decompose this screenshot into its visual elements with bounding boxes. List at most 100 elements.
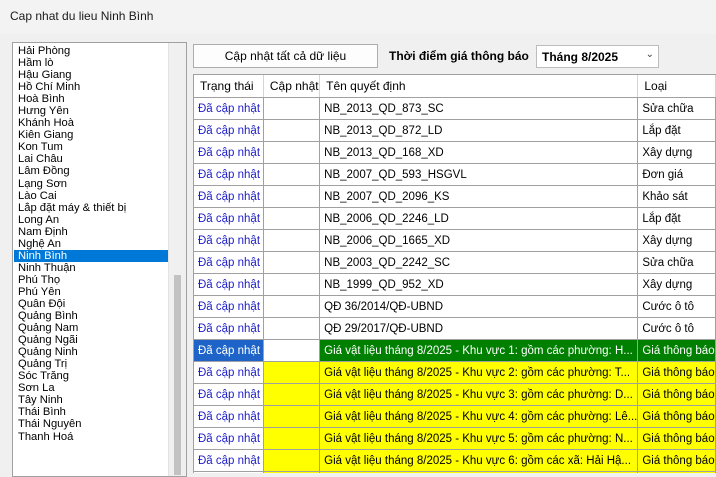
cell-decision-name[interactable]: NB_2007_QD_593_HSGVL: [319, 163, 639, 186]
cell-decision-name[interactable]: NB_1999_QD_952_XD: [319, 273, 639, 296]
province-list-item[interactable]: Lắp đặt máy & thiết bị: [14, 202, 168, 214]
table-row[interactable]: Đã cập nhật QĐ 36/2014/QĐ-UBND Cước ô tô: [194, 295, 716, 318]
cell-status[interactable]: Đã cập nhật: [194, 295, 264, 318]
cell-type[interactable]: Giá thông báo: [637, 449, 716, 472]
province-list-item[interactable]: Sơn La: [14, 382, 168, 394]
table-row[interactable]: Đã cập nhật Giá vật liệu tháng 8/2025 - K…: [194, 383, 716, 406]
cell-update[interactable]: [263, 229, 321, 252]
province-list-item[interactable]: Long An: [14, 214, 168, 226]
cell-decision-name[interactable]: NB_2006_QD_1665_XD: [319, 229, 639, 252]
cell-update[interactable]: [263, 427, 321, 450]
cell-status[interactable]: Đã cập nhật: [194, 449, 264, 472]
cell-type[interactable]: Xây dựng: [637, 141, 716, 164]
cell-status[interactable]: Đã cập nhật: [194, 383, 264, 406]
header-type[interactable]: Loại: [637, 75, 716, 98]
header-status[interactable]: Trạng thái: [194, 75, 264, 98]
cell-update[interactable]: [263, 273, 321, 296]
province-list-item[interactable]: Thái Bình: [14, 406, 168, 418]
province-list-item[interactable]: Kiên Giang: [14, 129, 168, 141]
province-list-item[interactable]: Lai Châu: [14, 153, 168, 165]
cell-update[interactable]: [263, 295, 321, 318]
province-list-item[interactable]: Khánh Hoà: [14, 117, 168, 129]
cell-decision-name[interactable]: NB_2003_QD_2242_SC: [319, 251, 639, 274]
cell-type[interactable]: Giá thông báo: [637, 383, 716, 406]
cell-update[interactable]: [263, 119, 321, 142]
province-list-item[interactable]: Ninh Bình: [14, 249, 168, 262]
table-row[interactable]: Đã cập nhật NB_2007_QD_593_HSGVL Đơn giá: [194, 163, 716, 186]
province-list-item[interactable]: Thanh Hoá: [14, 431, 168, 443]
cell-status[interactable]: Đã cập nhật: [194, 405, 264, 428]
cell-decision-name[interactable]: Giá vật liệu tháng 8/2025 - Khu vực 2: g…: [319, 361, 639, 384]
cell-status[interactable]: Đã cập nhật: [194, 273, 264, 296]
cell-update[interactable]: [263, 163, 321, 186]
table-row[interactable]: Đã cập nhật NB_2013_QD_873_SC Sửa chữa: [194, 97, 716, 120]
cell-decision-name[interactable]: NB_2013_QD_872_LD: [319, 119, 639, 142]
province-list-item[interactable]: Hồ Chí Minh: [14, 81, 168, 93]
cell-decision-name[interactable]: NB_2013_QD_168_XD: [319, 141, 639, 164]
cell-type[interactable]: Khảo sát: [637, 185, 716, 208]
cell-decision-name[interactable]: NB_2007_QD_2096_KS: [319, 185, 639, 208]
province-list-item[interactable]: Sóc Trăng: [14, 370, 168, 382]
cell-type[interactable]: Lắp đặt: [637, 207, 716, 230]
province-list[interactable]: Hải Phòng Hầm lò Hậu Giang Hồ Chí Minh Hoà B…: [12, 42, 187, 477]
cell-status[interactable]: Đã cập nhật: [194, 317, 264, 340]
province-list-item[interactable]: Lạng Sơn: [14, 178, 168, 190]
table-row[interactable]: Đã cập nhật Giá vật liệu tháng 8/2025 - K…: [194, 405, 716, 428]
update-all-button[interactable]: Cập nhật tất cả dữ liệu: [193, 44, 378, 68]
table-row[interactable]: Đã cập nhật NB_2013_QD_168_XD Xây dựng: [194, 141, 716, 164]
cell-type[interactable]: Lắp đặt: [637, 119, 716, 142]
cell-type[interactable]: Xây dựng: [637, 229, 716, 252]
cell-decision-name[interactable]: Giá vật liệu tháng 8/2025 - Khu vực 1: g…: [319, 339, 639, 362]
table-row[interactable]: Đã cập nhật Giá vật liệu tháng 8/2025 - K…: [194, 339, 716, 362]
cell-status[interactable]: Đã cập nhật: [194, 229, 264, 252]
cell-status[interactable]: Đã cập nhật: [194, 207, 264, 230]
province-list-item[interactable]: Kon Tum: [14, 141, 168, 153]
cell-type[interactable]: Sửa chữa: [637, 97, 716, 120]
cell-decision-name[interactable]: Giá vật liệu tháng 8/2025 - Khu vực 6: g…: [319, 449, 639, 472]
cell-update[interactable]: [263, 317, 321, 340]
table-row[interactable]: Đã cập nhật NB_2006_QD_2246_LD Lắp đặt: [194, 207, 716, 230]
cell-decision-name[interactable]: Giá vật liệu tháng 8/2025 - Khu vực 5: g…: [319, 427, 639, 450]
province-list-item[interactable]: Thái Nguyên: [14, 418, 168, 430]
table-row[interactable]: Đã cập nhật Giá vật liệu tháng 8/2025 - K…: [194, 361, 716, 384]
cell-decision-name[interactable]: NB_2013_QD_873_SC: [319, 97, 639, 120]
province-list-item[interactable]: Quân Đội: [14, 298, 168, 310]
cell-update[interactable]: [263, 405, 321, 428]
cell-type[interactable]: Cước ô tô: [637, 295, 716, 318]
cell-type[interactable]: Đơn giá: [637, 163, 716, 186]
cell-decision-name[interactable]: Giá vật liệu tháng 8/2025 - Khu vực 4: g…: [319, 405, 639, 428]
province-list-item[interactable]: Quảng Bình: [14, 310, 168, 322]
province-list-item[interactable]: Hưng Yên: [14, 105, 168, 117]
province-list-item[interactable]: Hậu Giang: [14, 69, 168, 81]
cell-decision-name[interactable]: NB_2006_QD_2246_LD: [319, 207, 639, 230]
cell-decision-name[interactable]: QĐ 36/2014/QĐ-UBND: [319, 295, 639, 318]
province-list-item[interactable]: Hoà Bình: [14, 93, 168, 105]
province-list-item[interactable]: Quảng Ngãi: [14, 334, 168, 346]
cell-update[interactable]: [263, 361, 321, 384]
table-row[interactable]: Đã cập nhật NB_2013_QD_872_LD Lắp đặt: [194, 119, 716, 142]
cell-update[interactable]: [263, 141, 321, 164]
province-list-item[interactable]: Quảng Trị: [14, 358, 168, 370]
province-list-item[interactable]: Nghệ An: [14, 238, 168, 250]
table-row[interactable]: Đã cập nhật NB_2007_QD_2096_KS Khảo sát: [194, 185, 716, 208]
province-list-scrollbar[interactable]: [168, 43, 186, 476]
cell-status[interactable]: Đã cập nhật: [194, 251, 264, 274]
province-list-item[interactable]: Hầm lò: [14, 57, 168, 69]
province-list-item[interactable]: Phú Thọ: [14, 274, 168, 286]
cell-type[interactable]: Sửa chữa: [637, 251, 716, 274]
header-decision-name[interactable]: Tên quyết định: [319, 75, 639, 98]
period-select[interactable]: Tháng 8/2025 ⌄: [536, 45, 659, 68]
table-row[interactable]: Đã cập nhật NB_1999_QD_952_XD Xây dựng: [194, 273, 716, 296]
cell-update[interactable]: [263, 339, 321, 362]
table-row[interactable]: Đã cập nhật NB_2006_QD_1665_XD Xây dựng: [194, 229, 716, 252]
cell-update[interactable]: [263, 251, 321, 274]
table-row[interactable]: Đã cập nhật Giá vật liệu tháng 8/2025 - K…: [194, 427, 716, 450]
province-list-item[interactable]: Ninh Thuận: [14, 262, 168, 274]
cell-type[interactable]: Xây dựng: [637, 273, 716, 296]
province-list-item[interactable]: Quảng Nam: [14, 322, 168, 334]
cell-decision-name[interactable]: Giá vật liệu tháng 8/2025 - Khu vực 3: g…: [319, 383, 639, 406]
cell-status[interactable]: Đã cập nhật: [194, 141, 264, 164]
cell-type[interactable]: Giá thông báo: [637, 361, 716, 384]
cell-decision-name[interactable]: QĐ 29/2017/QĐ-UBND: [319, 317, 639, 340]
province-list-item[interactable]: Quảng Ninh: [14, 346, 168, 358]
